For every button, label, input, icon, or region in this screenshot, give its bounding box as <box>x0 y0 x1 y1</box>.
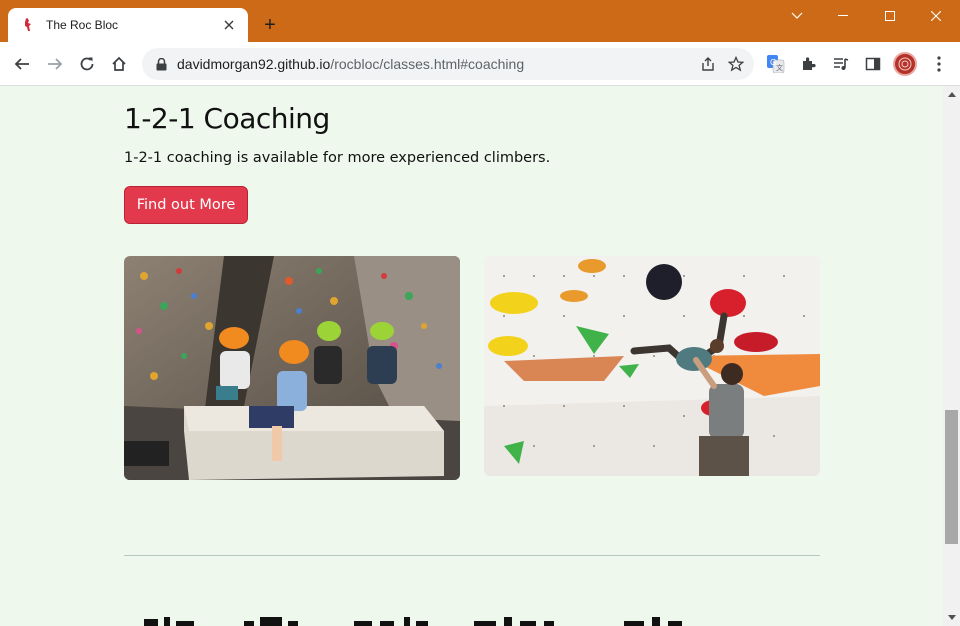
home-icon[interactable] <box>105 50 133 78</box>
tab-search-icon[interactable] <box>774 0 820 32</box>
forward-icon[interactable] <box>41 50 69 78</box>
translate-icon[interactable]: G文 <box>762 50 790 78</box>
tab-close-icon[interactable] <box>220 16 238 34</box>
find-out-more-button[interactable]: Find out More <box>124 186 248 224</box>
avatar[interactable] <box>893 52 917 76</box>
browser-toolbar: davidmorgan92.github.io/rocbloc/classes.… <box>0 42 960 86</box>
new-tab-button[interactable]: + <box>258 13 282 37</box>
svg-text:文: 文 <box>776 63 783 72</box>
scroll-up-arrow-icon[interactable] <box>943 86 960 103</box>
page-content: 1-2-1 Coaching 1-2-1 coaching is availab… <box>0 86 943 626</box>
browser-tab[interactable]: The Roc Bloc <box>8 8 248 42</box>
page-scrollbar[interactable] <box>943 86 960 626</box>
media-icon[interactable] <box>827 50 855 78</box>
reload-icon[interactable] <box>73 50 101 78</box>
tab-title: The Roc Bloc <box>46 18 119 32</box>
back-icon[interactable] <box>8 50 36 78</box>
side-panel-icon[interactable] <box>859 50 887 78</box>
coaching-description: 1-2-1 coaching is available for more exp… <box>124 150 551 166</box>
maximize-icon[interactable] <box>867 0 913 32</box>
kids-bouldering-photo <box>124 256 460 480</box>
climber-favicon-icon <box>20 17 36 33</box>
title-bar: The Roc Bloc + <box>0 0 960 42</box>
close-icon[interactable] <box>913 0 959 32</box>
url-text[interactable]: davidmorgan92.github.io/rocbloc/classes.… <box>177 56 694 72</box>
url-path: /rocbloc/classes.html#coaching <box>330 56 525 72</box>
climbing-wall-photo <box>484 256 820 476</box>
lock-icon[interactable] <box>153 56 169 72</box>
share-icon[interactable] <box>694 50 722 78</box>
address-bar[interactable]: davidmorgan92.github.io/rocbloc/classes.… <box>142 48 754 80</box>
scrollbar-thumb[interactable] <box>945 410 958 544</box>
extensions-icon[interactable] <box>795 50 823 78</box>
url-host: davidmorgan92.github.io <box>177 56 331 72</box>
page-title: 1-2-1 Coaching <box>124 102 330 135</box>
menu-icon[interactable] <box>925 50 953 78</box>
section-divider <box>124 555 820 556</box>
star-icon[interactable] <box>722 50 750 78</box>
scroll-down-arrow-icon[interactable] <box>943 609 960 626</box>
minimize-icon[interactable] <box>820 0 866 32</box>
next-section-heading <box>124 614 774 626</box>
